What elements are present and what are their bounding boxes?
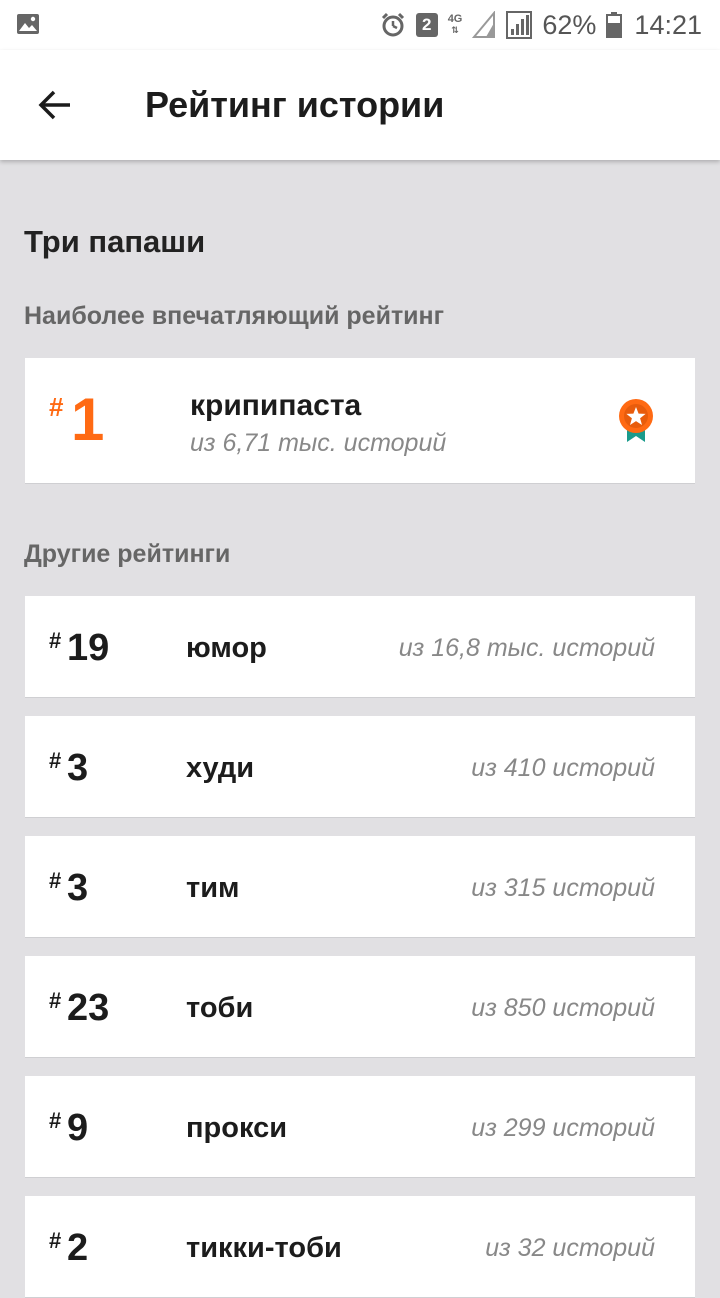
other-rankings-section-label: Другие рейтинги — [24, 540, 231, 568]
tag-name: юмор — [186, 632, 267, 664]
tag-story-count: из 315 историй — [471, 874, 655, 902]
ranking-card[interactable]: # 2 тикки-тоби из 32 историй — [25, 1196, 695, 1298]
tag-story-count: из 6,71 тыс. историй — [190, 429, 447, 457]
ranking-card[interactable]: # 9 прокси из 299 историй — [25, 1076, 695, 1178]
ranking-card[interactable]: # 3 худи из 410 историй — [25, 716, 695, 818]
ranking-card[interactable]: # 19 юмор из 16,8 тыс. историй — [25, 596, 695, 698]
app-bar: Рейтинг истории — [0, 50, 720, 160]
sim-2-badge: 2 — [415, 13, 438, 37]
signal-icon — [506, 11, 533, 39]
status-bar: 2 4G ⇅ 62% 14:21 — [0, 0, 720, 50]
story-title: Три папаши — [24, 224, 206, 259]
network-type: 4G ⇅ — [448, 14, 463, 36]
top-ranking-section-label: Наиболее впечатляющий рейтинг — [24, 302, 445, 330]
tag-story-count: из 32 историй — [485, 1234, 655, 1262]
rank-number: 3 — [67, 867, 89, 909]
tag-name: тикки-тоби — [186, 1232, 342, 1264]
gallery-notification-icon — [17, 14, 39, 34]
rank-number: 19 — [67, 627, 110, 669]
tag-name: тоби — [186, 992, 254, 1024]
rank-number: 1 — [71, 386, 105, 453]
rank-hash: # — [49, 1108, 62, 1133]
rank-hash: # — [49, 628, 62, 653]
tag-name: крипипаста — [190, 389, 362, 422]
status-icons: 2 4G ⇅ 62% 14:21 — [380, 0, 702, 50]
battery-percent: 62% — [542, 9, 597, 40]
signal-empty-icon — [472, 11, 496, 38]
clock: 14:21 — [634, 9, 702, 40]
rank-number: 2 — [67, 1227, 89, 1269]
tag-story-count: из 410 историй — [471, 754, 655, 782]
ranking-card[interactable]: # 23 тоби из 850 историй — [25, 956, 695, 1058]
ribbon-award-icon — [619, 399, 653, 442]
alarm-icon — [381, 12, 404, 37]
rank-number: 3 — [67, 747, 89, 789]
network-label: 4G — [447, 13, 463, 25]
rank-hash: # — [49, 988, 62, 1013]
rank-number: 9 — [67, 1107, 89, 1149]
top-ranking-card[interactable]: # 1 крипипаста из 6,71 тыс. историй — [25, 358, 695, 484]
tag-story-count: из 16,8 тыс. историй — [398, 634, 655, 662]
rank-hash: # — [49, 1228, 62, 1253]
battery-icon — [606, 12, 623, 38]
tag-name: худи — [186, 752, 255, 784]
back-button[interactable] — [30, 80, 80, 130]
arrow-back-icon — [38, 90, 70, 120]
data-arrows-icon: ⇅ — [451, 25, 459, 35]
rank-hash: # — [49, 748, 62, 773]
rank-hash: # — [49, 392, 64, 422]
page-title: Рейтинг истории — [145, 84, 445, 125]
tag-story-count: из 299 историй — [471, 1114, 655, 1142]
rank-number: 23 — [67, 987, 110, 1029]
tag-story-count: из 850 историй — [471, 994, 655, 1022]
rank-hash: # — [49, 868, 62, 893]
tag-name: тим — [186, 872, 240, 904]
tag-name: прокси — [186, 1112, 288, 1144]
ranking-card[interactable]: # 3 тим из 315 историй — [25, 836, 695, 938]
